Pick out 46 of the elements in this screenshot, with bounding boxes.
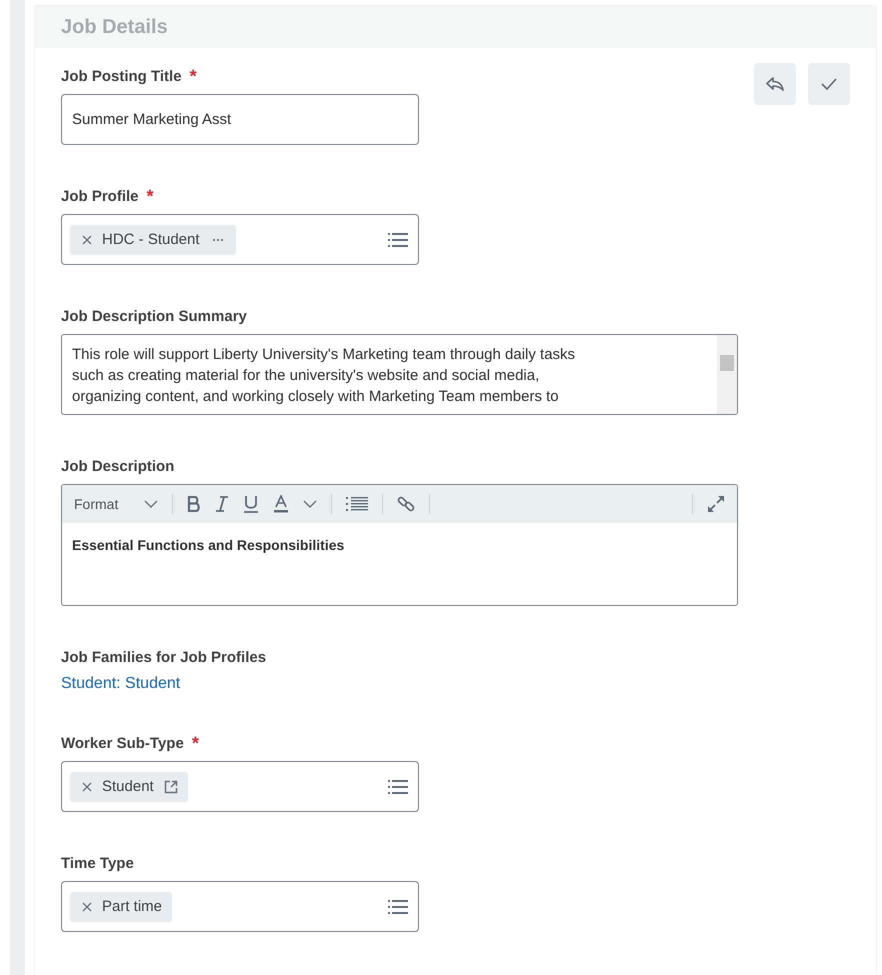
link-icon[interactable] [397, 495, 416, 513]
selected-chip[interactable]: Student [70, 772, 188, 802]
selected-chip[interactable]: Part time [70, 892, 172, 922]
field-label: Time Type [61, 855, 134, 872]
field-label: Job Description [61, 458, 174, 475]
section-title: Job Details [61, 16, 168, 38]
text-line: such as creating material for the university's website and social media, [72, 366, 540, 386]
list-icon[interactable] [388, 778, 408, 794]
scrollbar[interactable] [717, 335, 737, 414]
bulleted-list-icon[interactable] [346, 497, 368, 511]
text-field[interactable]: Summer Marketing Asst [61, 94, 419, 145]
job-family-link[interactable]: Student: Student [61, 675, 180, 693]
selected-chip[interactable]: HDC - Student [70, 224, 236, 254]
chevron-down-icon[interactable] [303, 500, 318, 508]
italic-icon[interactable] [215, 496, 230, 512]
prompt-field[interactable]: Part time [61, 881, 419, 932]
text-area[interactable] [61, 334, 738, 415]
editor-text: Essential Functions and Responsibilities [71, 536, 346, 555]
chevron-down-icon[interactable] [144, 500, 158, 508]
field-label: Job Profile [61, 188, 139, 205]
underline-icon[interactable] [243, 495, 260, 513]
checkmark-icon [820, 77, 838, 91]
text-color-icon[interactable] [273, 495, 290, 513]
reply-arrow-icon [765, 76, 785, 92]
bold-icon[interactable] [187, 496, 202, 512]
remove-icon[interactable] [82, 902, 92, 912]
format-dropdown[interactable]: Format [74, 496, 118, 512]
field-label: Job Posting Title [61, 68, 182, 85]
field-label: Job Families for Job Profiles [61, 649, 266, 666]
list-icon[interactable] [388, 898, 408, 914]
required-asterisk: * [192, 735, 199, 752]
undo-button[interactable] [754, 63, 796, 105]
field-label: Worker Sub-Type [61, 735, 184, 752]
text-line: organizing content, and working closely with Marketing Team members to [72, 387, 560, 407]
external-link-icon[interactable] [164, 780, 178, 794]
remove-icon[interactable] [82, 782, 92, 792]
remove-icon[interactable] [82, 234, 92, 244]
field-label: Job Description Summary [61, 308, 247, 325]
expand-icon[interactable] [707, 495, 725, 513]
prompt-field[interactable]: HDC - Student [61, 214, 419, 265]
text-line: This role will support Liberty University's Marketing team through daily tasks [72, 345, 576, 365]
rich-text-editor[interactable]: Format Essential Functions and Responsibilities [61, 484, 738, 606]
required-asterisk: * [190, 68, 197, 85]
required-asterisk: * [146, 188, 154, 205]
list-icon[interactable] [388, 232, 408, 248]
prompt-field[interactable]: Student [61, 761, 419, 812]
